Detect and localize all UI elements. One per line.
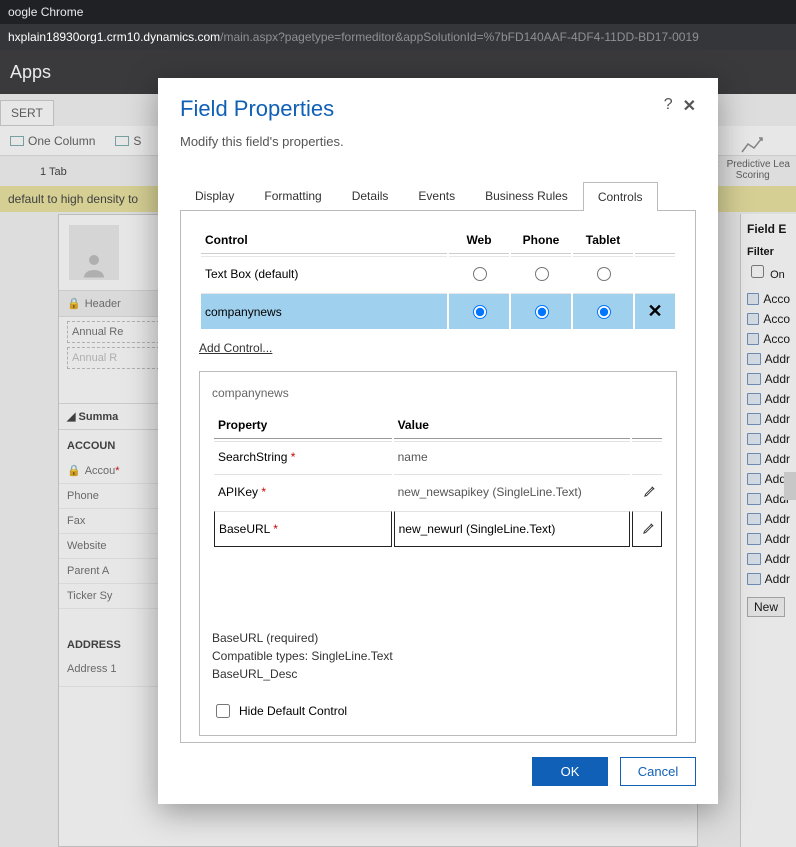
add-control-link[interactable]: Add Control... [199, 341, 272, 355]
help-icon[interactable]: ? [664, 96, 673, 114]
chrome-title-text: oogle Chrome [8, 5, 83, 19]
edit-icon[interactable] [643, 487, 658, 501]
cancel-button[interactable]: Cancel [620, 757, 696, 786]
tab-business-rules[interactable]: Business Rules [470, 181, 583, 210]
ok-button[interactable]: OK [532, 757, 608, 786]
desc-line-1: BaseURL (required) [212, 629, 664, 647]
chrome-url-bar[interactable]: hxplain18930org1.crm10.dynamics.com/main… [0, 24, 796, 50]
col-tablet: Tablet [573, 227, 633, 254]
tab-formatting[interactable]: Formatting [249, 181, 336, 210]
col-web: Web [449, 227, 509, 254]
web-radio[interactable] [473, 305, 487, 319]
tab-events[interactable]: Events [403, 181, 470, 210]
property-description: BaseURL (required) Compatible types: Sin… [212, 629, 664, 683]
dialog-subtitle: Modify this field's properties. [158, 134, 718, 161]
property-value: new_newsapikey (SingleLine.Text) [394, 474, 630, 509]
property-name: BaseURL * [214, 511, 392, 547]
property-row-apikey[interactable]: APIKey *new_newsapikey (SingleLine.Text) [214, 474, 662, 509]
desc-line-2: Compatible types: SingleLine.Text [212, 647, 664, 665]
control-name: companynews [201, 293, 447, 329]
apps-label: Apps [10, 62, 51, 83]
edit-icon[interactable] [642, 524, 657, 538]
tab-details[interactable]: Details [337, 181, 404, 210]
web-radio[interactable] [473, 267, 487, 281]
control-row[interactable]: companynews ✕ [201, 293, 675, 329]
desc-line-3: BaseURL_Desc [212, 665, 664, 683]
phone-radio[interactable] [535, 267, 549, 281]
property-value: new_newurl (SingleLine.Text) [394, 511, 630, 547]
chrome-title-bar: oogle Chrome [0, 0, 796, 24]
field-properties-dialog: Field Properties ? ✕ Modify this field's… [158, 78, 718, 804]
remove-control-icon[interactable]: ✕ [647, 301, 662, 321]
col-control: Control [201, 227, 447, 254]
control-name: Text Box (default) [201, 256, 447, 291]
dialog-body: Control Web Phone Tablet Text Box (defau… [180, 211, 696, 743]
controls-table: Control Web Phone Tablet Text Box (defau… [199, 225, 677, 331]
col-phone: Phone [511, 227, 571, 254]
control-row[interactable]: Text Box (default) [201, 256, 675, 291]
property-row-baseurl[interactable]: BaseURL *new_newurl (SingleLine.Text) [214, 511, 662, 547]
property-value: name [394, 441, 630, 472]
phone-radio[interactable] [535, 305, 549, 319]
hide-default-label: Hide Default Control [239, 704, 347, 718]
scrollbar-thumb[interactable] [784, 472, 796, 500]
dialog-title: Field Properties [180, 96, 654, 122]
url-path: /main.aspx?pagetype=formeditor&appSoluti… [220, 30, 699, 44]
control-properties-box: companynews Property Value SearchString … [199, 371, 677, 736]
tablet-radio[interactable] [597, 267, 611, 281]
url-host: hxplain18930org1.crm10.dynamics.com [8, 30, 220, 44]
property-name: APIKey * [214, 474, 392, 509]
control-properties-name: companynews [212, 382, 664, 410]
tab-controls[interactable]: Controls [583, 182, 658, 211]
property-name: SearchString * [214, 441, 392, 472]
hide-default-checkbox[interactable] [216, 704, 230, 718]
tab-display[interactable]: Display [180, 181, 249, 210]
hide-default-control-option[interactable]: Hide Default Control [212, 701, 664, 721]
dialog-footer: OK Cancel [158, 743, 718, 804]
close-icon[interactable]: ✕ [683, 96, 696, 116]
col-value: Value [394, 412, 630, 439]
col-property: Property [214, 412, 392, 439]
dialog-tabs: DisplayFormattingDetailsEventsBusiness R… [180, 181, 696, 211]
property-table: Property Value SearchString *nameAPIKey … [212, 410, 664, 549]
tablet-radio[interactable] [597, 305, 611, 319]
property-row-searchstring[interactable]: SearchString *name [214, 441, 662, 472]
